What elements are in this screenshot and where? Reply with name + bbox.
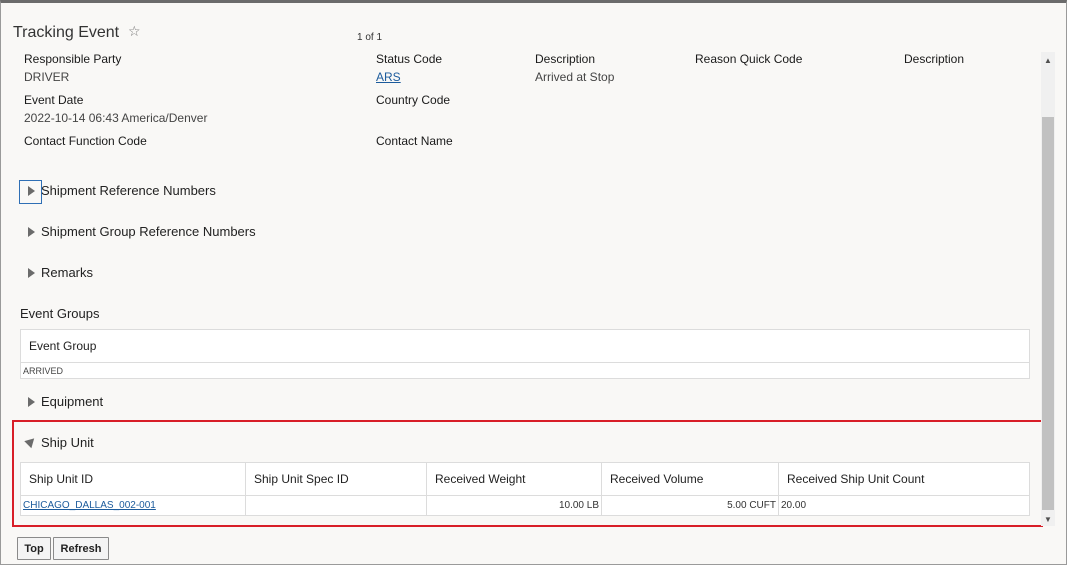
contact-name-label: Contact Name — [376, 134, 453, 148]
section-shipment-reference-numbers[interactable]: Shipment Reference Numbers — [41, 183, 216, 198]
event-date-label: Event Date — [24, 93, 84, 107]
status-code-label: Status Code — [376, 52, 443, 66]
refresh-button[interactable]: Refresh — [53, 537, 109, 560]
description2-label: Description — [904, 52, 965, 66]
contact-function-code-label: Contact Function Code — [24, 134, 147, 148]
section-shipment-group-reference-numbers[interactable]: Shipment Group Reference Numbers — [41, 224, 256, 239]
reason-quick-code-label: Reason Quick Code — [695, 52, 803, 66]
scroll-up-arrow-icon[interactable]: ▲ — [1044, 56, 1052, 65]
event-group-cell: ARRIVED — [20, 362, 1030, 379]
page-title: Tracking Event — [13, 24, 120, 41]
table-row: ARRIVED — [20, 362, 1030, 379]
highlight-box — [12, 420, 1043, 527]
scroll-down-arrow-icon[interactable]: ▼ — [1044, 515, 1052, 524]
section-remarks[interactable]: Remarks — [41, 265, 93, 280]
favorite-star-icon[interactable]: ☆ — [128, 23, 141, 40]
expand-triangle-icon[interactable] — [28, 268, 35, 278]
responsible-party-value: DRIVER — [24, 70, 70, 84]
column-header-event-group[interactable]: Event Group — [20, 329, 1030, 363]
event-groups-title: Event Groups — [20, 306, 100, 321]
country-code-label: Country Code — [376, 93, 451, 107]
section-equipment[interactable]: Equipment — [41, 394, 103, 409]
status-code-link[interactable]: ARS — [376, 70, 401, 84]
event-date-value: 2022-10-14 06:43 America/Denver — [24, 111, 208, 125]
expand-triangle-icon[interactable] — [28, 227, 35, 237]
pager-text: 1 of 1 — [357, 32, 383, 43]
top-button[interactable]: Top — [17, 537, 51, 560]
description-label: Description — [535, 52, 596, 66]
expand-triangle-icon[interactable] — [28, 397, 35, 407]
scrollbar-thumb[interactable] — [1042, 117, 1054, 510]
expand-triangle-icon[interactable] — [28, 186, 35, 196]
event-groups-table: Event Group ARRIVED — [20, 329, 1030, 379]
description-value: Arrived at Stop — [535, 70, 615, 84]
responsible-party-label: Responsible Party — [24, 52, 122, 66]
